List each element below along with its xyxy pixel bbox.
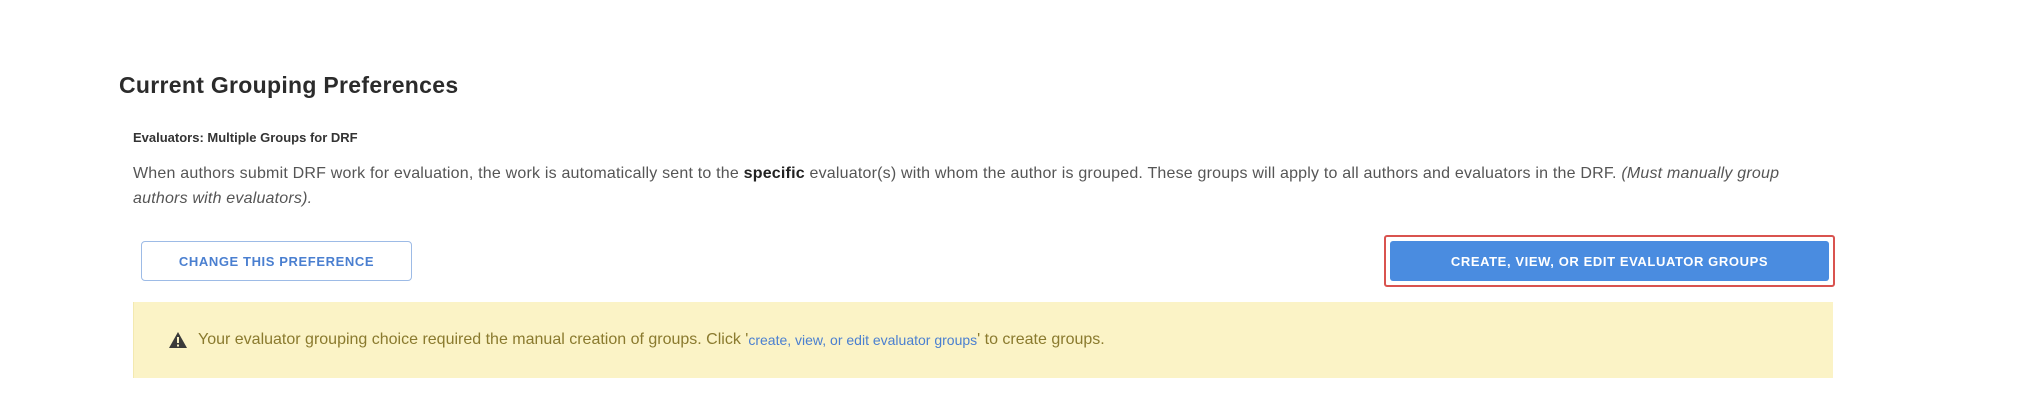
preference-subheading: Evaluators: Multiple Groups for DRF bbox=[133, 130, 358, 145]
edit-evaluator-groups-button[interactable]: CREATE, VIEW, OR EDIT EVALUATOR GROUPS bbox=[1390, 241, 1829, 281]
alert-text-after: ' to create groups. bbox=[977, 331, 1105, 348]
warning-icon bbox=[168, 331, 188, 349]
change-preference-button[interactable]: CHANGE THIS PREFERENCE bbox=[141, 241, 412, 281]
edit-groups-link[interactable]: create, view, or edit evaluator groups bbox=[748, 332, 977, 348]
description-bold: specific bbox=[743, 165, 805, 182]
warning-alert: Your evaluator grouping choice required … bbox=[133, 302, 1833, 378]
preference-description: When authors submit DRF work for evaluat… bbox=[133, 161, 1833, 211]
section-heading: Current Grouping Preferences bbox=[119, 72, 459, 98]
description-text-2: evaluator(s) with whom the author is gro… bbox=[804, 165, 1622, 182]
grouping-preferences-page: Current Grouping Preferences Evaluators:… bbox=[0, 0, 2034, 416]
highlight-frame: CREATE, VIEW, OR EDIT EVALUATOR GROUPS bbox=[1384, 235, 1835, 287]
alert-text-before: Your evaluator grouping choice required … bbox=[198, 331, 749, 348]
description-text-1: When authors submit DRF work for evaluat… bbox=[133, 165, 744, 182]
